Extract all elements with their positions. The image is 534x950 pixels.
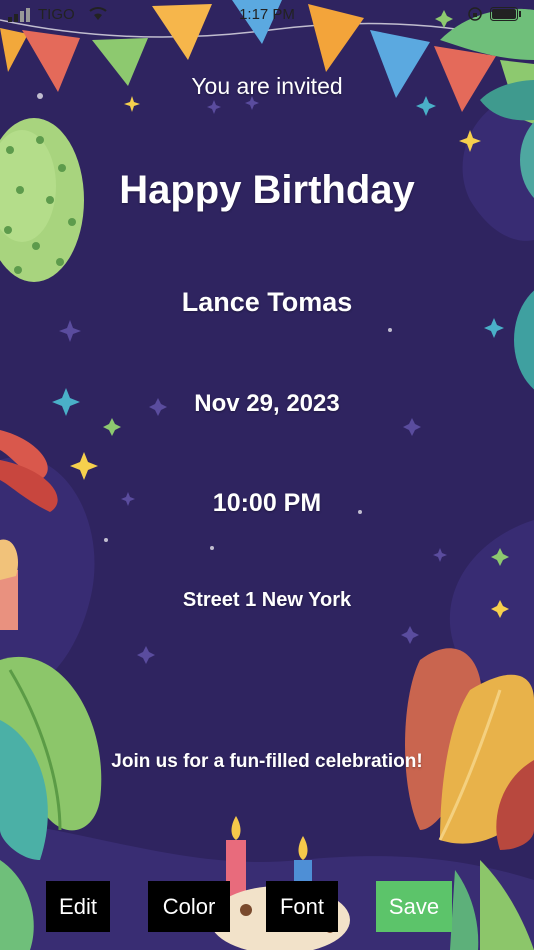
event-address: Street 1 New York	[182, 589, 352, 611]
save-button[interactable]: Save	[376, 881, 452, 932]
honoree-name: Lance Tomas	[181, 287, 353, 317]
font-button[interactable]: Font	[266, 881, 338, 932]
event-title: Happy Birthday	[119, 168, 415, 212]
event-date: Nov 29, 2023	[194, 390, 340, 417]
invite-intro: You are invited	[191, 73, 343, 99]
edit-button[interactable]: Edit	[46, 881, 110, 932]
event-message: Join us for a fun-filled celebration!	[111, 751, 423, 772]
invitation-card: You are invited Happy Birthday Lance Tom…	[0, 0, 534, 950]
color-button[interactable]: Color	[148, 881, 230, 932]
event-time: 10:00 PM	[212, 489, 322, 517]
